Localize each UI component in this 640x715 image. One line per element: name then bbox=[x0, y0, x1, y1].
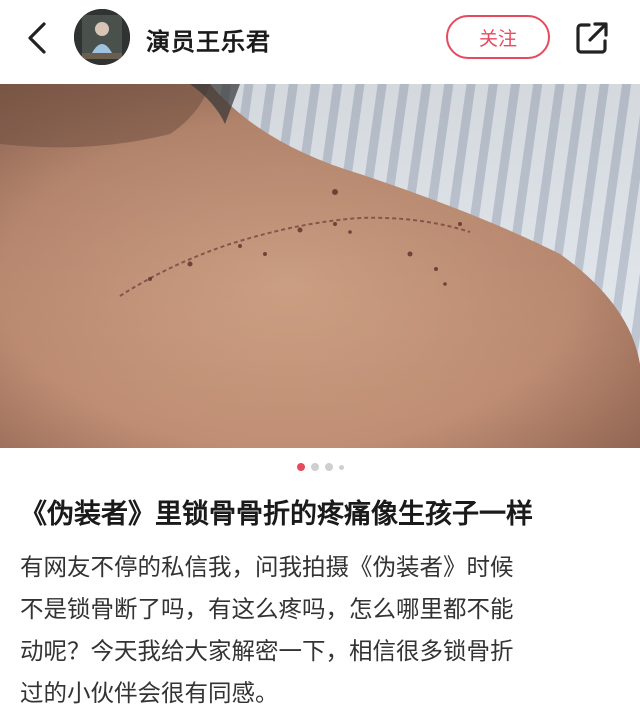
article-line: 动呢？今天我给大家解密一下，相信很多锁骨折 bbox=[20, 637, 514, 665]
share-button[interactable] bbox=[574, 20, 610, 56]
article-title: 《伪装者》里锁骨骨折的疼痛像生孩子一样 bbox=[20, 499, 533, 530]
carousel-dot[interactable] bbox=[324, 463, 333, 471]
username[interactable]: 演员王乐君 bbox=[146, 22, 271, 57]
carousel-dot[interactable] bbox=[338, 464, 344, 470]
follow-button[interactable]: 关注 bbox=[446, 15, 550, 59]
article-line: 有网友不停的私信我，问我拍摄《伪装者》时候 bbox=[20, 553, 514, 581]
share-external-icon bbox=[576, 22, 608, 54]
article-line: 不是锁骨断了吗，有这么疼吗，怎么哪里都不能 bbox=[20, 595, 514, 623]
post-photo[interactable] bbox=[0, 84, 640, 448]
carousel-indicator bbox=[0, 460, 640, 474]
top-bar: 演员王乐君 关注 bbox=[0, 0, 640, 84]
chevron-left-icon bbox=[28, 22, 46, 54]
avatar[interactable] bbox=[74, 9, 130, 65]
article-body: 有网友不停的私信我，问我拍摄《伪装者》时候 不是锁骨断了吗，有这么疼吗，怎么哪里… bbox=[20, 546, 624, 714]
carousel-dot[interactable] bbox=[310, 463, 319, 471]
carousel-dot[interactable] bbox=[296, 463, 305, 471]
back-button[interactable] bbox=[18, 18, 58, 58]
article-line: 过的小伙伴会很有同感。 bbox=[20, 679, 279, 707]
